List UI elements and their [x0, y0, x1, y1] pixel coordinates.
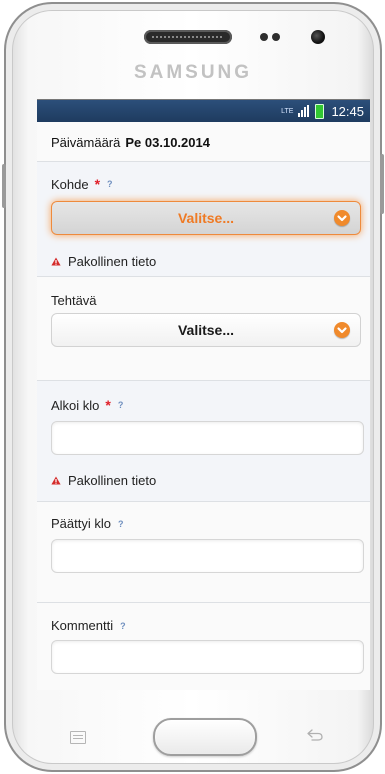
date-label: Päivämäärä	[51, 134, 121, 150]
required-asterisk: *	[105, 397, 111, 413]
status-time: 12:45	[331, 103, 364, 119]
front-camera-icon	[311, 30, 325, 44]
kommentti-label-text: Kommentti	[51, 618, 114, 633]
tehtava-label: Tehtävä	[37, 293, 97, 308]
paattyi-time-input[interactable]	[51, 539, 364, 573]
kohde-select-value: Valitse...	[177, 210, 235, 226]
help-icon[interactable]: ?	[118, 519, 124, 529]
paattyi-label-text: Päättyi klo	[51, 516, 111, 531]
proximity-sensor	[260, 33, 268, 41]
chevron-down-icon	[334, 322, 350, 338]
kohde-error-text: Pakollinen tieto	[68, 254, 157, 269]
kohde-select[interactable]: Valitse...	[51, 201, 361, 235]
tehtava-section: Tehtävä Valitse...	[37, 276, 370, 380]
tehtava-select-value: Valitse...	[177, 322, 235, 338]
phone-frame: SAMSUNG LTE 12:45 Päivämäärä Pe 03.10.20…	[2, 2, 384, 772]
power-key	[380, 154, 384, 214]
status-bar: LTE 12:45	[37, 100, 370, 122]
help-icon[interactable]: ?	[118, 400, 124, 410]
alkoi-section: Alkoi klo * ? Pakollinen tieto	[37, 380, 370, 501]
alkoi-label-text: Alkoi klo	[51, 397, 100, 413]
paattyi-section: Päättyi klo ?	[37, 501, 370, 602]
kohde-label: Kohde * ?	[37, 176, 113, 192]
tehtava-select[interactable]: Valitse...	[51, 313, 361, 347]
date-value: Pe 03.10.2014	[125, 134, 210, 150]
form: Päivämäärä Pe 03.10.2014 Kohde * ? Valit…	[37, 123, 370, 690]
kommentti-section: Kommentti ?	[37, 602, 370, 690]
alkoi-error-text: Pakollinen tieto	[68, 473, 157, 488]
paattyi-label: Päättyi klo ?	[37, 516, 123, 531]
chevron-down-icon	[334, 210, 350, 226]
alkoi-label: Alkoi klo * ?	[37, 397, 123, 413]
kommentti-label: Kommentti ?	[37, 618, 126, 633]
date-row: Päivämäärä Pe 03.10.2014	[37, 123, 370, 161]
kommentti-input[interactable]	[51, 640, 364, 674]
back-arrow-icon[interactable]	[306, 728, 324, 746]
light-sensor	[272, 33, 280, 41]
device-brand-logo: SAMSUNG	[133, 62, 253, 83]
signal-icon	[298, 105, 310, 117]
kohde-section: Kohde * ? Valitse... Pakollinen tieto	[37, 161, 370, 276]
warning-icon	[51, 254, 61, 269]
kohde-error: Pakollinen tieto	[51, 254, 156, 269]
device-screen: LTE 12:45 Päivämäärä Pe 03.10.2014 Kohde…	[37, 99, 370, 690]
warning-icon	[51, 473, 61, 488]
alkoi-error: Pakollinen tieto	[51, 473, 156, 488]
lte-icon: LTE	[281, 107, 294, 115]
help-icon[interactable]: ?	[107, 179, 113, 189]
volume-key	[2, 164, 6, 208]
alkoi-time-input[interactable]	[51, 421, 364, 455]
home-button[interactable]	[153, 718, 257, 756]
menu-key-icon[interactable]	[70, 731, 86, 744]
help-icon[interactable]: ?	[120, 621, 126, 631]
battery-icon	[315, 103, 325, 119]
tehtava-label-text: Tehtävä	[51, 293, 97, 308]
earpiece-speaker	[144, 30, 232, 44]
required-asterisk: *	[94, 176, 101, 192]
kohde-label-text: Kohde	[51, 176, 89, 192]
